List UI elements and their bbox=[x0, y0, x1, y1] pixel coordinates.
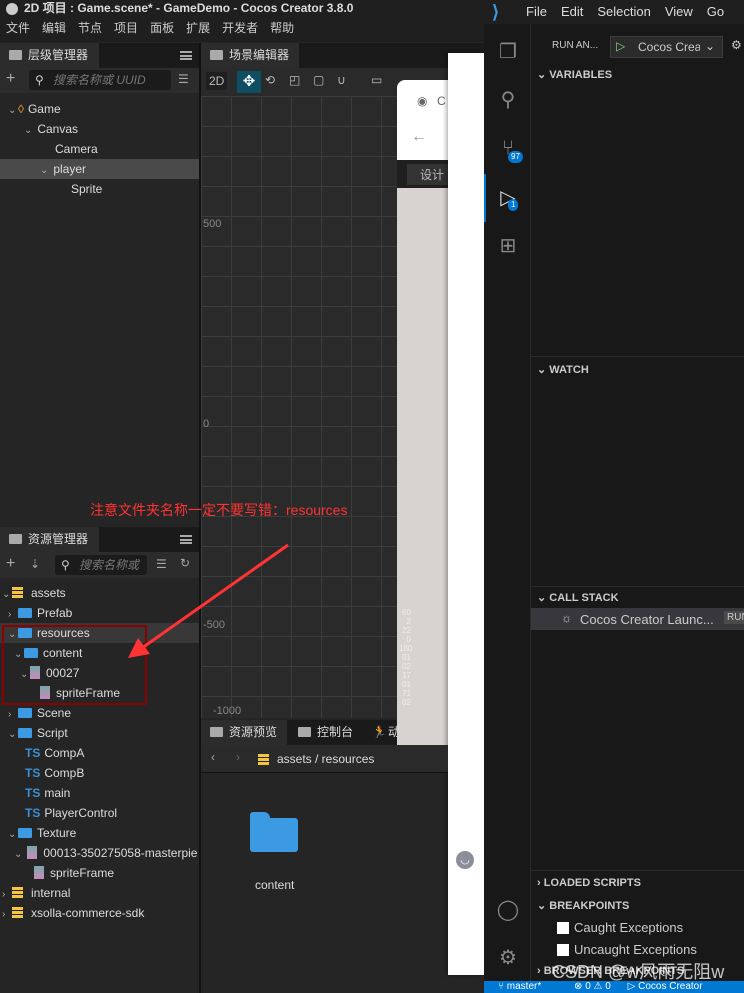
annotation-arrow bbox=[128, 543, 289, 658]
account-icon[interactable]: ◯ bbox=[496, 898, 520, 922]
breakpoint-uncaught[interactable]: Uncaught Exceptions bbox=[557, 942, 697, 957]
search-icon[interactable]: ⚲ bbox=[496, 88, 520, 112]
section-call-stack[interactable]: ⌄ CALL STACK bbox=[537, 591, 619, 604]
launch-config-select[interactable]: ▷ Cocos Crea ⌄ bbox=[610, 36, 723, 58]
call-stack-item[interactable]: ☼ Cocos Creator Launc... RUN bbox=[531, 608, 744, 630]
menu-file[interactable]: File bbox=[526, 0, 547, 24]
menu-go[interactable]: Go bbox=[707, 0, 724, 24]
start-debug-icon[interactable]: ▷ bbox=[616, 39, 625, 53]
settings-gear-icon[interactable]: ⚙ bbox=[496, 946, 520, 970]
section-watch[interactable]: ⌄ WATCH bbox=[537, 363, 589, 376]
activity-bar: ❐ ⚲ ⑂ 97 ▷ 1 ⊞ ◯ ⚙ bbox=[484, 24, 531, 981]
chevron-down-icon: ⌄ bbox=[705, 39, 716, 53]
section-breakpoints[interactable]: ⌄ BREAKPOINTS bbox=[537, 899, 629, 912]
breakpoint-caught[interactable]: Caught Exceptions bbox=[557, 920, 683, 935]
launch-config-label: Cocos Crea bbox=[638, 40, 700, 54]
branch-status[interactable]: ⑂ master* bbox=[498, 981, 541, 992]
scm-badge: 97 bbox=[508, 151, 523, 163]
divider bbox=[531, 586, 744, 587]
gear-icon[interactable]: ⚙ bbox=[731, 38, 742, 52]
vscode-menu-bar: ⟩ File Edit Selection View Go bbox=[484, 0, 744, 24]
call-stack-label: Cocos Creator Launc... bbox=[580, 612, 714, 627]
status-badge: RUN bbox=[724, 611, 744, 624]
active-indicator bbox=[484, 174, 486, 222]
menu-view[interactable]: View bbox=[665, 0, 693, 24]
vscode-logo-icon: ⟩ bbox=[492, 2, 500, 22]
divider bbox=[531, 870, 744, 871]
bug-icon: ☼ bbox=[561, 611, 572, 625]
divider bbox=[531, 356, 744, 357]
watermark: CSDN @w风雨无阻w bbox=[552, 962, 725, 982]
menu-selection[interactable]: Selection bbox=[597, 0, 650, 24]
run-and-debug-title: RUN AN... bbox=[552, 40, 599, 51]
explorer-icon[interactable]: ❐ bbox=[496, 40, 520, 64]
checkbox[interactable] bbox=[557, 944, 569, 956]
section-variables[interactable]: ⌄ VARIABLES bbox=[537, 68, 612, 81]
checkbox[interactable] bbox=[557, 922, 569, 934]
section-loaded-scripts[interactable]: › LOADED SCRIPTS bbox=[537, 877, 641, 889]
extensions-icon[interactable]: ⊞ bbox=[496, 234, 520, 258]
menu-edit[interactable]: Edit bbox=[561, 0, 583, 24]
